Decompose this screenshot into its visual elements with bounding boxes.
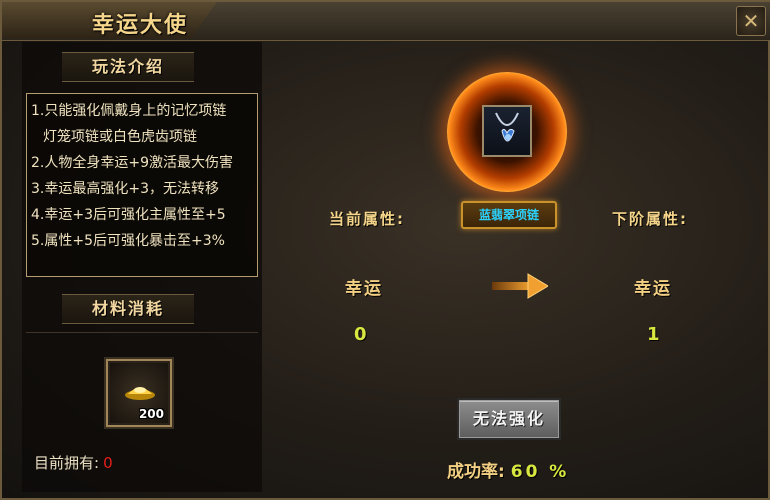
rule-line: 2.人物全身幸运+9激活最大伤害 xyxy=(31,155,233,171)
current-attribute-label: 当前属性: xyxy=(329,210,405,228)
success-label: 成功率: xyxy=(447,462,505,482)
arrow-right-icon xyxy=(492,273,548,299)
owned-value: 0 xyxy=(103,454,113,472)
rule-line: 1.只能强化佩戴身上的记忆项链 xyxy=(31,103,227,119)
materials-header: 材料消耗 xyxy=(62,294,194,324)
gold-ingot-icon xyxy=(125,387,155,400)
next-attribute-label: 下阶属性: xyxy=(612,210,688,228)
owned-label: 目前拥有: xyxy=(34,454,100,472)
success-value: 60 % xyxy=(510,462,570,482)
enhance-button[interactable]: 无法强化 xyxy=(459,400,559,438)
success-rate: 成功率: 60 % xyxy=(447,457,569,482)
close-button[interactable]: ✕ xyxy=(736,6,766,36)
close-icon: ✕ xyxy=(742,9,760,33)
rules-header: 玩法介绍 xyxy=(62,52,194,82)
necklace-icon xyxy=(495,112,519,142)
equipment-slot[interactable] xyxy=(482,105,532,157)
material-item-slot[interactable]: 200 xyxy=(106,359,172,427)
material-count: 200 xyxy=(138,407,164,421)
next-stat-name: 幸运 xyxy=(634,279,672,299)
item-name-badge: 蓝翡翠项链 xyxy=(461,201,557,229)
rule-line: 4.幸运+3后可强化主属性至+5 xyxy=(31,207,226,223)
rules-list: 1.只能强化佩戴身上的记忆项链 灯笼项链或白色虎齿项链 2.人物全身幸运+9激活… xyxy=(26,93,258,277)
lucky-envoy-window: 幸运大使 ✕ 玩法介绍 1.只能强化佩戴身上的记忆项链 灯笼项链或白色虎齿项链 … xyxy=(0,0,770,500)
window-title: 幸运大使 xyxy=(92,13,189,38)
rule-line: 灯笼项链或白色虎齿项链 xyxy=(43,129,197,145)
next-stat-value: 1 xyxy=(647,324,660,345)
owned-amount: 目前拥有: 0 xyxy=(34,452,113,473)
rule-line: 3.幸运最高强化+3，无法转移 xyxy=(31,181,219,197)
equipment-orb xyxy=(447,72,567,192)
current-stat-value: 0 xyxy=(354,324,367,345)
rule-line: 5.属性+5后可强化暴击至+3% xyxy=(31,233,225,249)
current-stat-name: 幸运 xyxy=(345,279,383,299)
title-bar: 幸运大使 ✕ xyxy=(2,2,770,41)
